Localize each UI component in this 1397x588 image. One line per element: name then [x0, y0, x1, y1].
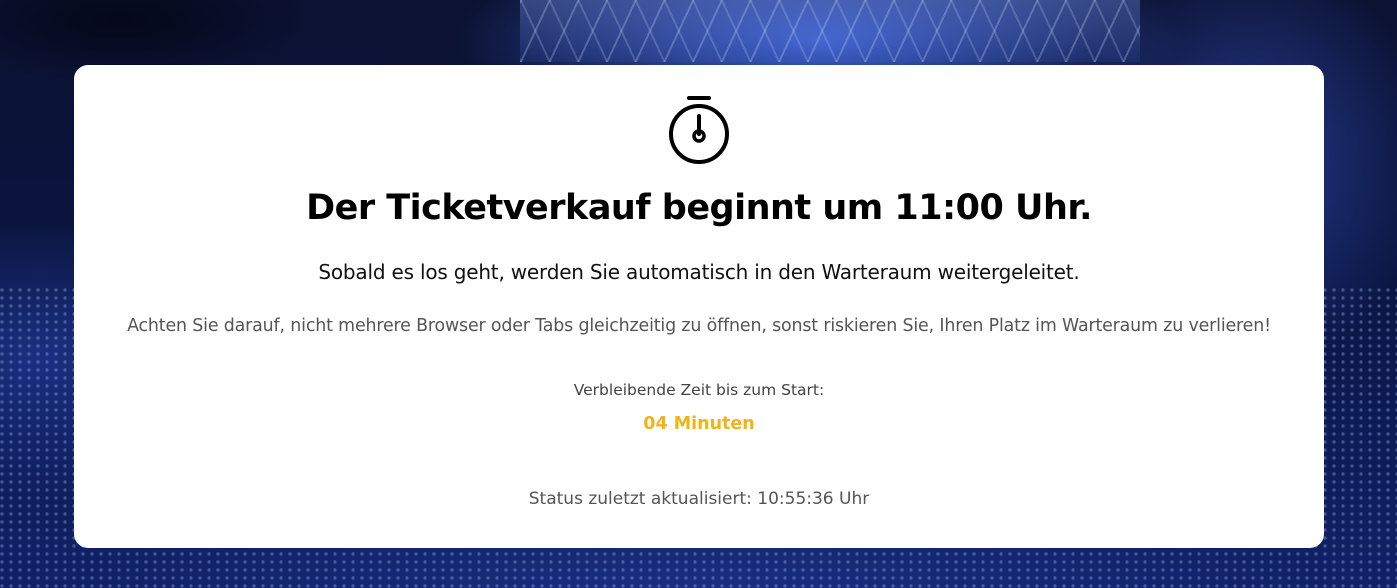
countdown-value: 04 Minuten — [643, 414, 755, 434]
status-updated: Status zuletzt aktualisiert: 10:55:36 Uh… — [528, 489, 870, 509]
stopwatch-icon — [669, 96, 729, 164]
redirect-info: Sobald es los geht, werden Sie automatis… — [318, 260, 1080, 284]
page-title: Der Ticketverkauf beginnt um 11:00 Uhr. — [306, 188, 1092, 228]
countdown-label: Verbleibende Zeit bis zum Start: — [573, 381, 825, 399]
stage-truss — [520, 0, 1140, 62]
tab-warning: Achten Sie darauf, nicht mehrere Browser… — [127, 316, 1271, 336]
